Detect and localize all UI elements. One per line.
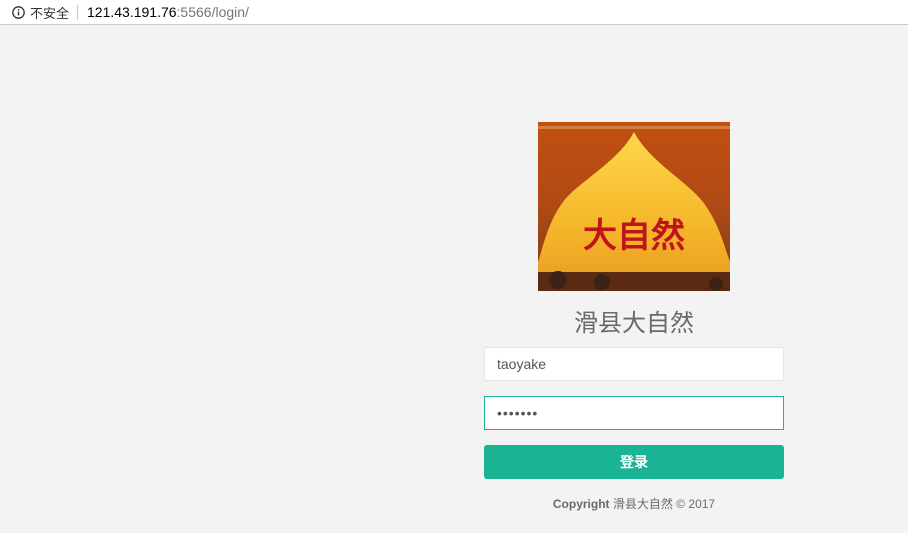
login-button[interactable]: 登录 bbox=[484, 445, 784, 479]
username-field[interactable] bbox=[484, 347, 784, 381]
copyright: Copyright 滑县大自然 © 2017 bbox=[484, 495, 784, 512]
address-bar[interactable]: 不安全 121.43.191.76:5566/login/ bbox=[0, 0, 908, 25]
site-logo: 大自然 bbox=[538, 122, 730, 291]
info-icon[interactable] bbox=[12, 5, 25, 19]
address-divider bbox=[77, 4, 79, 20]
page-title: 滑县大自然 bbox=[574, 310, 694, 337]
copyright-text: 滑县大自然 © 2017 bbox=[609, 497, 716, 511]
password-field[interactable] bbox=[484, 396, 784, 430]
logo-text: 大自然 bbox=[583, 216, 685, 256]
url-text[interactable]: 121.43.191.76:5566/login/ bbox=[87, 4, 249, 20]
copyright-label: Copyright bbox=[552, 497, 610, 511]
security-label[interactable]: 不安全 bbox=[30, 3, 69, 22]
url-path: :5566/login/ bbox=[176, 4, 249, 20]
url-host: 121.43.191.76 bbox=[87, 4, 177, 20]
